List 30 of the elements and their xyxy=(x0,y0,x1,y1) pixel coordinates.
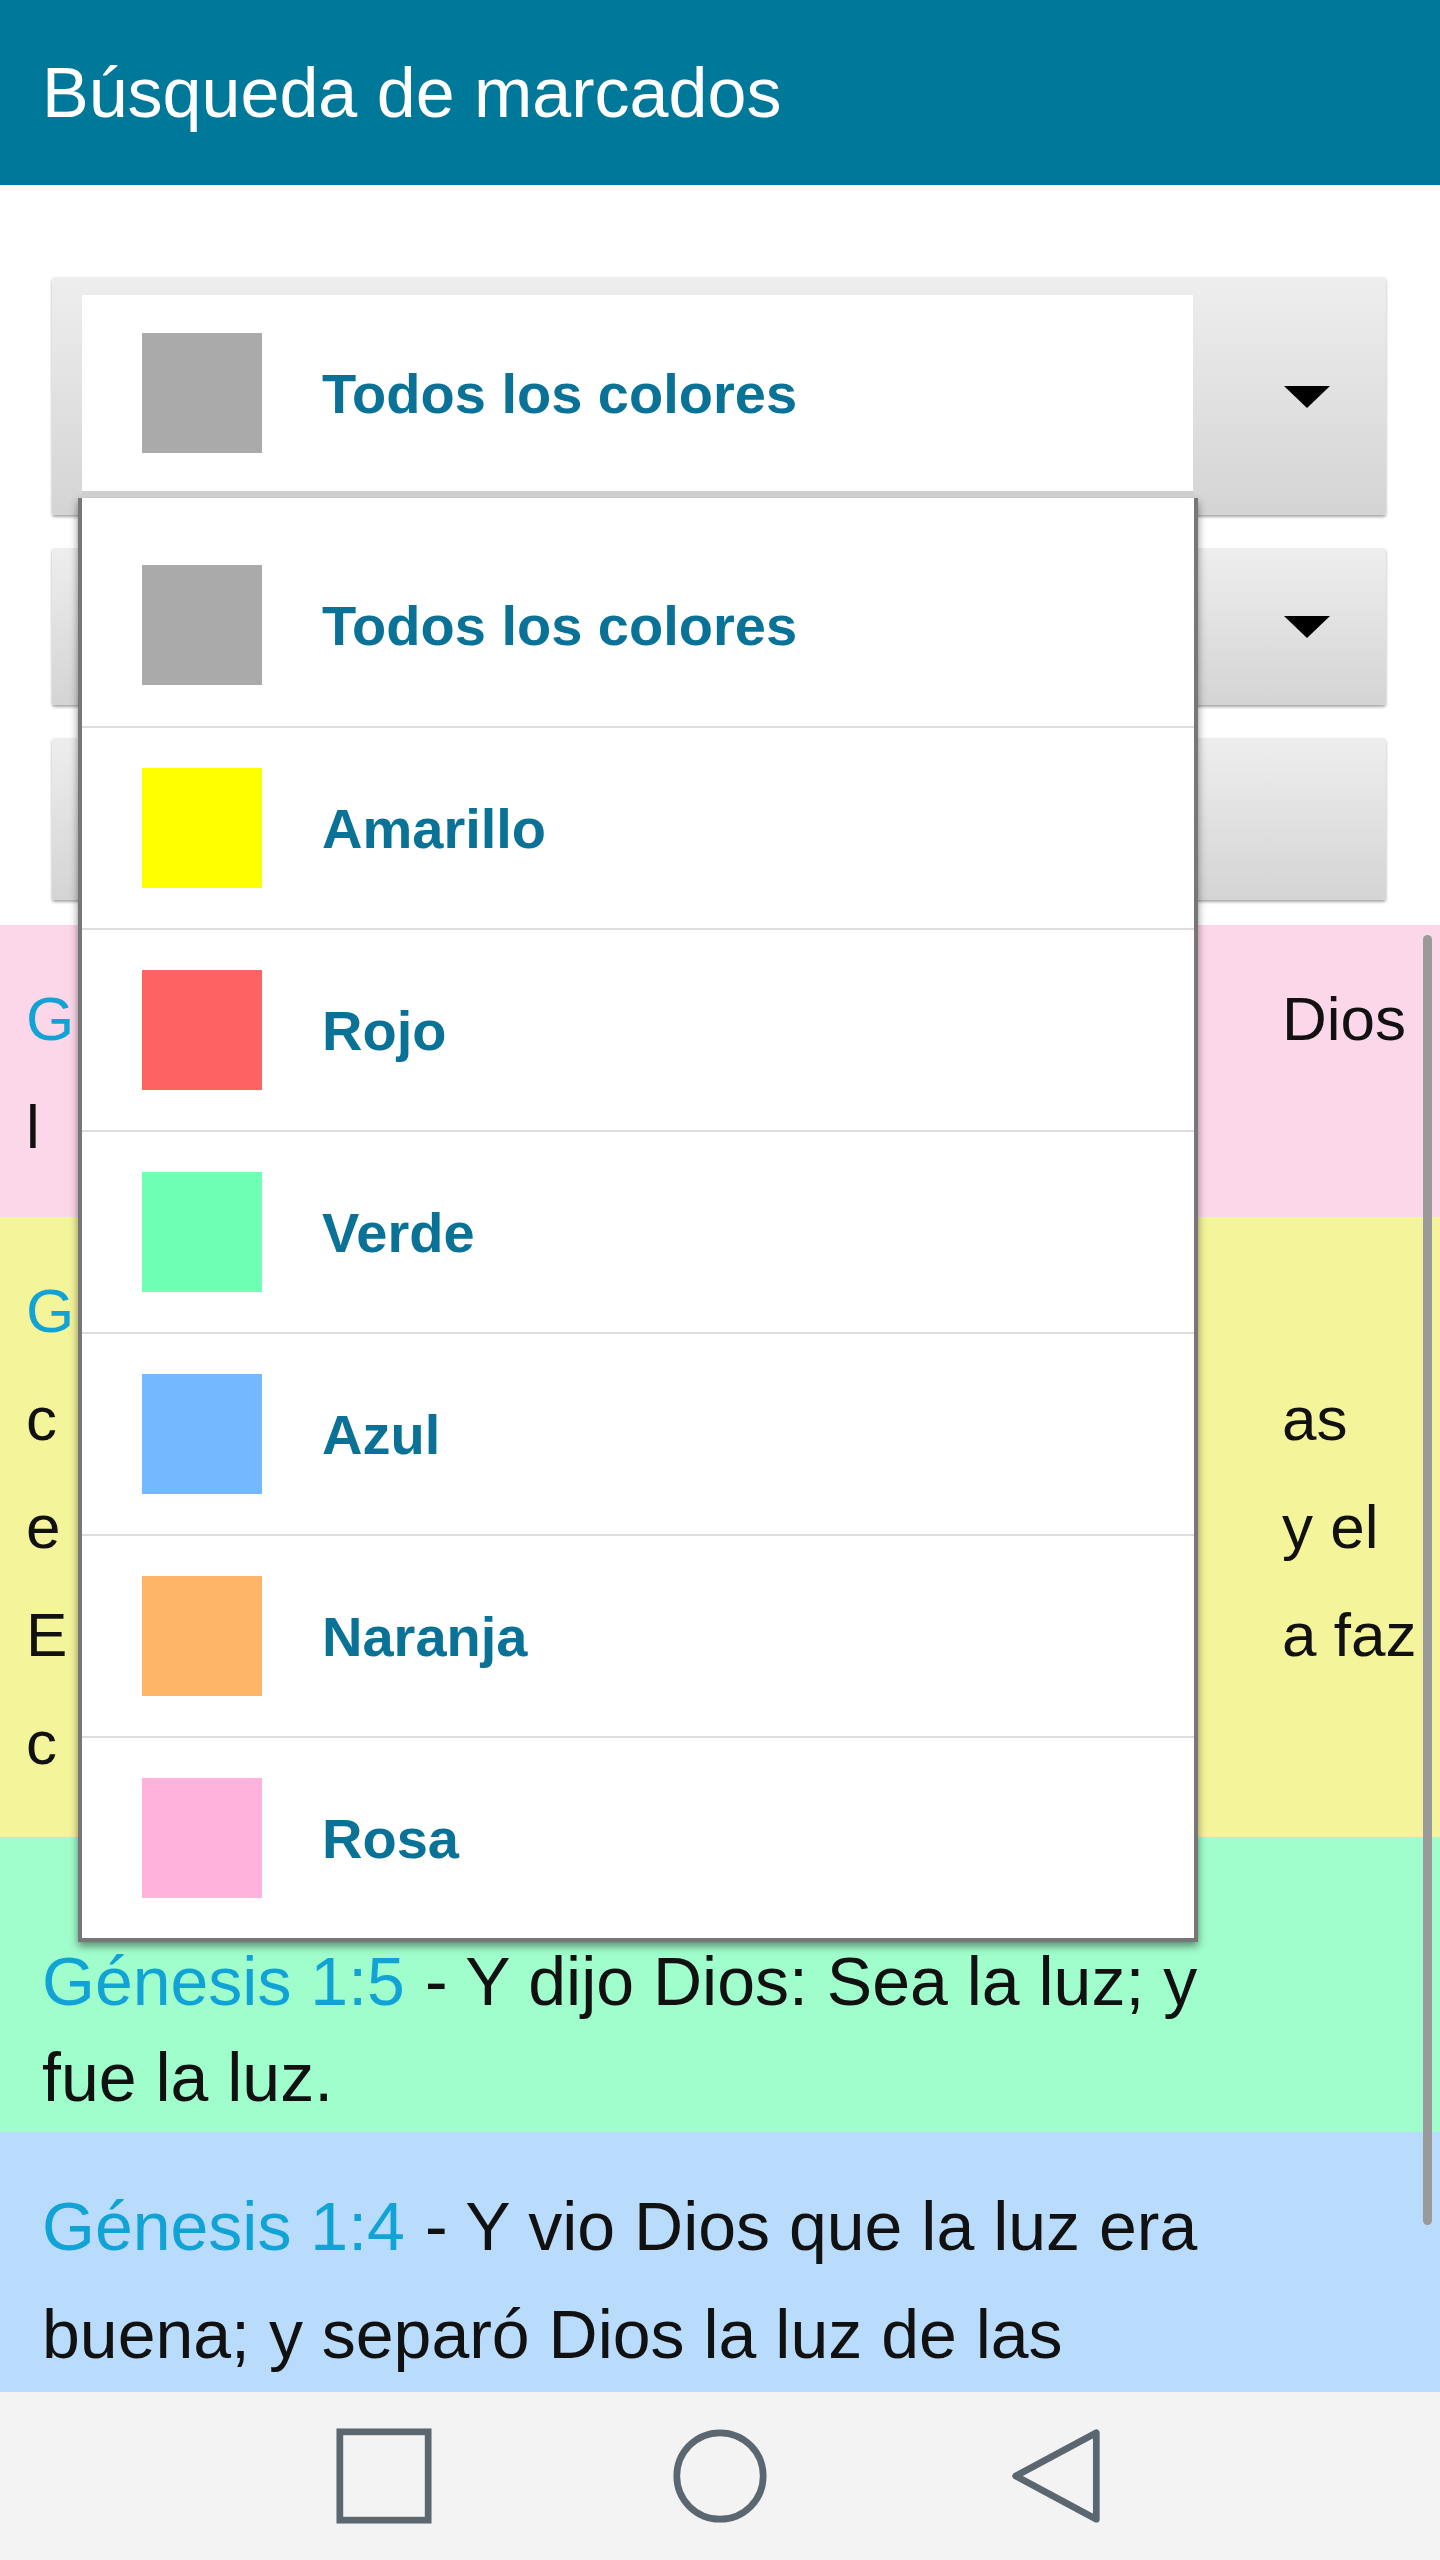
color-option[interactable]: Verde xyxy=(82,1130,1194,1332)
verse-fragment: l xyxy=(26,1092,40,1161)
verse-text: - Y vio Dios que la luz era xyxy=(424,2188,1198,2264)
color-option[interactable]: Amarillo xyxy=(82,726,1194,928)
verse-text: - Y dijo Dios: Sea la luz; y xyxy=(424,1943,1198,2019)
color-option[interactable]: Azul xyxy=(82,1332,1194,1534)
verse-fragment: E xyxy=(26,1600,68,1669)
verse-fragment: as xyxy=(1282,1384,1348,1453)
verse-fragment: c xyxy=(26,1708,57,1777)
verse-fragment: y el xyxy=(1282,1492,1379,1561)
color-option[interactable]: Rojo xyxy=(82,928,1194,1130)
screen-title: Búsqueda de marcados xyxy=(42,52,782,133)
verse-fragment: c xyxy=(26,1384,57,1453)
selected-color[interactable]: Todos los colores xyxy=(82,295,1193,495)
bookmark-row[interactable]: Génesis 1:4 - Y vio Dios que la luz era buena; y separó Dios la luz de las xyxy=(0,2132,1440,2392)
verse-fragment: e xyxy=(26,1492,61,1561)
caret-icon xyxy=(1284,386,1330,408)
verse-fragment: Dios xyxy=(1282,984,1407,1053)
caret-icon xyxy=(1284,615,1330,638)
home-icon[interactable] xyxy=(672,2428,768,2524)
verse-fragment: a faz xyxy=(1282,1600,1417,1669)
verse-text: buena; y separó Dios la luz de las xyxy=(42,2296,1063,2372)
verse-fragment: G xyxy=(26,984,75,1053)
selected-color-label: Todos los colores xyxy=(322,360,798,426)
recent-apps-icon[interactable] xyxy=(336,2428,432,2524)
color-option[interactable]: Naranja xyxy=(82,1534,1194,1736)
verse-text: fue la luz. xyxy=(42,2039,334,2115)
color-option[interactable]: Rosa xyxy=(82,1736,1194,1938)
verse-fragment: G xyxy=(26,1276,75,1345)
color-option[interactable]: Todos los colores xyxy=(82,498,1194,726)
